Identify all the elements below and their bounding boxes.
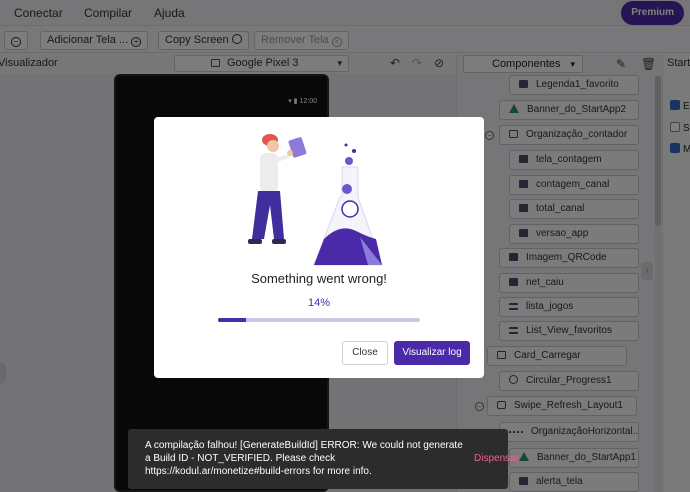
dialog-message: Something went wrong! — [251, 271, 387, 286]
progress-percent: 14% — [307, 297, 331, 309]
view-log-button[interactable]: Visualizar log — [394, 341, 470, 365]
progress-fill — [218, 318, 247, 322]
close-button[interactable]: Close — [342, 341, 388, 365]
dismiss-button[interactable]: Dispensar — [474, 452, 519, 465]
progress-bar — [218, 318, 420, 322]
error-dialog: Something went wrong! 14% Close Visualiz… — [154, 117, 484, 378]
toast-message: A compilação falhou! [GenerateBuildId] E… — [145, 440, 463, 477]
error-illustration — [248, 134, 383, 266]
error-toast: A compilação falhou! [GenerateBuildId] E… — [128, 429, 519, 489]
